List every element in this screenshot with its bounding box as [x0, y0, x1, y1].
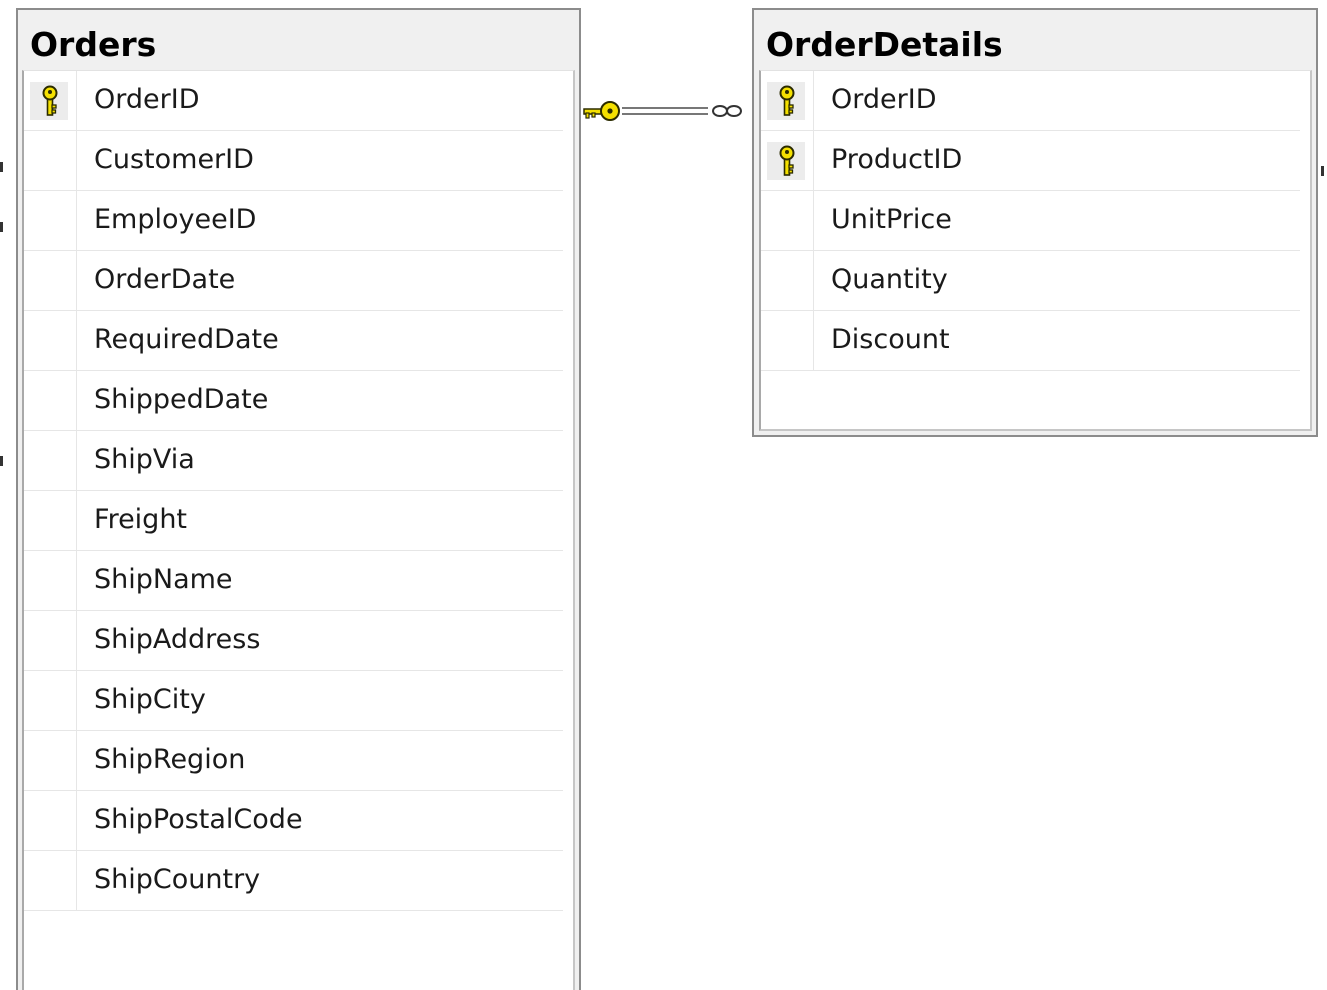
orders-table-title[interactable]: Orders: [30, 25, 156, 65]
column-separator: [813, 71, 814, 130]
column-separator: [76, 251, 77, 310]
column-row[interactable]: Freight: [24, 491, 563, 551]
order-details-table[interactable]: OrderDetails OrderID ProductID UnitPrice Qu…: [752, 8, 1318, 437]
column-name[interactable]: ShipRegion: [94, 731, 245, 789]
column-separator: [813, 131, 814, 190]
column-row[interactable]: RequiredDate: [24, 311, 563, 371]
column-separator: [76, 431, 77, 490]
relationship-line[interactable]: [622, 107, 708, 115]
column-row[interactable]: ShipVia: [24, 431, 563, 491]
column-name[interactable]: UnitPrice: [831, 191, 952, 249]
column-row[interactable]: Quantity: [761, 251, 1300, 311]
primary-key-icon: [42, 85, 58, 116]
column-name[interactable]: Quantity: [831, 251, 948, 309]
column-row[interactable]: ShipPostalCode: [24, 791, 563, 851]
column-separator: [76, 491, 77, 550]
column-name[interactable]: ShipName: [94, 551, 233, 609]
column-row[interactable]: ProductID: [761, 131, 1300, 191]
column-separator: [813, 311, 814, 370]
column-row[interactable]: ShipCountry: [24, 851, 563, 911]
primary-key-icon: [779, 145, 795, 176]
column-name[interactable]: ShipPostalCode: [94, 791, 303, 849]
column-row[interactable]: UnitPrice: [761, 191, 1300, 251]
column-name[interactable]: ShipAddress: [94, 611, 260, 669]
column-separator: [76, 611, 77, 670]
column-separator: [76, 131, 77, 190]
column-row[interactable]: ShipName: [24, 551, 563, 611]
column-name[interactable]: ShipCountry: [94, 851, 260, 909]
infinity-icon: [712, 105, 742, 117]
column-separator: [76, 71, 77, 130]
column-name[interactable]: CustomerID: [94, 131, 254, 189]
column-name[interactable]: ShipCity: [94, 671, 206, 729]
edge-connector-stub: [0, 162, 3, 172]
column-row[interactable]: ShipAddress: [24, 611, 563, 671]
column-name[interactable]: ProductID: [831, 131, 962, 189]
order-details-table-title[interactable]: OrderDetails: [766, 25, 1003, 65]
primary-key-icon: [779, 85, 795, 116]
column-row[interactable]: CustomerID: [24, 131, 563, 191]
column-separator: [76, 851, 77, 910]
column-name[interactable]: EmployeeID: [94, 191, 256, 249]
column-name[interactable]: OrderID: [831, 71, 936, 129]
column-separator: [76, 191, 77, 250]
column-separator: [76, 791, 77, 850]
column-name[interactable]: ShippedDate: [94, 371, 268, 429]
column-name[interactable]: ShipVia: [94, 431, 195, 489]
key-cell: [767, 82, 805, 120]
column-name[interactable]: OrderDate: [94, 251, 235, 309]
column-name[interactable]: Freight: [94, 491, 187, 549]
edge-connector-stub: [1321, 166, 1324, 176]
column-name[interactable]: Discount: [831, 311, 950, 369]
column-row[interactable]: OrderID: [761, 71, 1300, 131]
column-separator: [813, 191, 814, 250]
column-row[interactable]: OrderID: [24, 71, 563, 131]
edge-connector-stub: [0, 456, 3, 466]
column-separator: [76, 371, 77, 430]
column-separator: [76, 551, 77, 610]
orders-column-grid: OrderID CustomerID EmployeeID OrderDate Requ…: [22, 70, 575, 990]
column-row[interactable]: EmployeeID: [24, 191, 563, 251]
key-cell: [30, 82, 68, 120]
order-details-column-grid: OrderID ProductID UnitPrice Quantity Discoun…: [759, 70, 1312, 431]
column-separator: [76, 671, 77, 730]
key-cell: [767, 142, 805, 180]
diagram-canvas: Orders OrderID CustomerID EmployeeID OrderD…: [0, 0, 1327, 990]
column-separator: [76, 731, 77, 790]
column-row[interactable]: OrderDate: [24, 251, 563, 311]
column-row[interactable]: ShipCity: [24, 671, 563, 731]
edge-connector-stub: [0, 222, 3, 232]
relationship-connector[interactable]: [578, 90, 758, 130]
column-row[interactable]: ShippedDate: [24, 371, 563, 431]
column-name[interactable]: RequiredDate: [94, 311, 279, 369]
column-separator: [813, 251, 814, 310]
column-name[interactable]: OrderID: [94, 71, 199, 129]
column-row[interactable]: ShipRegion: [24, 731, 563, 791]
column-row[interactable]: Discount: [761, 311, 1300, 371]
column-separator: [76, 311, 77, 370]
orders-table[interactable]: Orders OrderID CustomerID EmployeeID OrderD…: [16, 8, 581, 990]
key-icon: [583, 101, 620, 121]
